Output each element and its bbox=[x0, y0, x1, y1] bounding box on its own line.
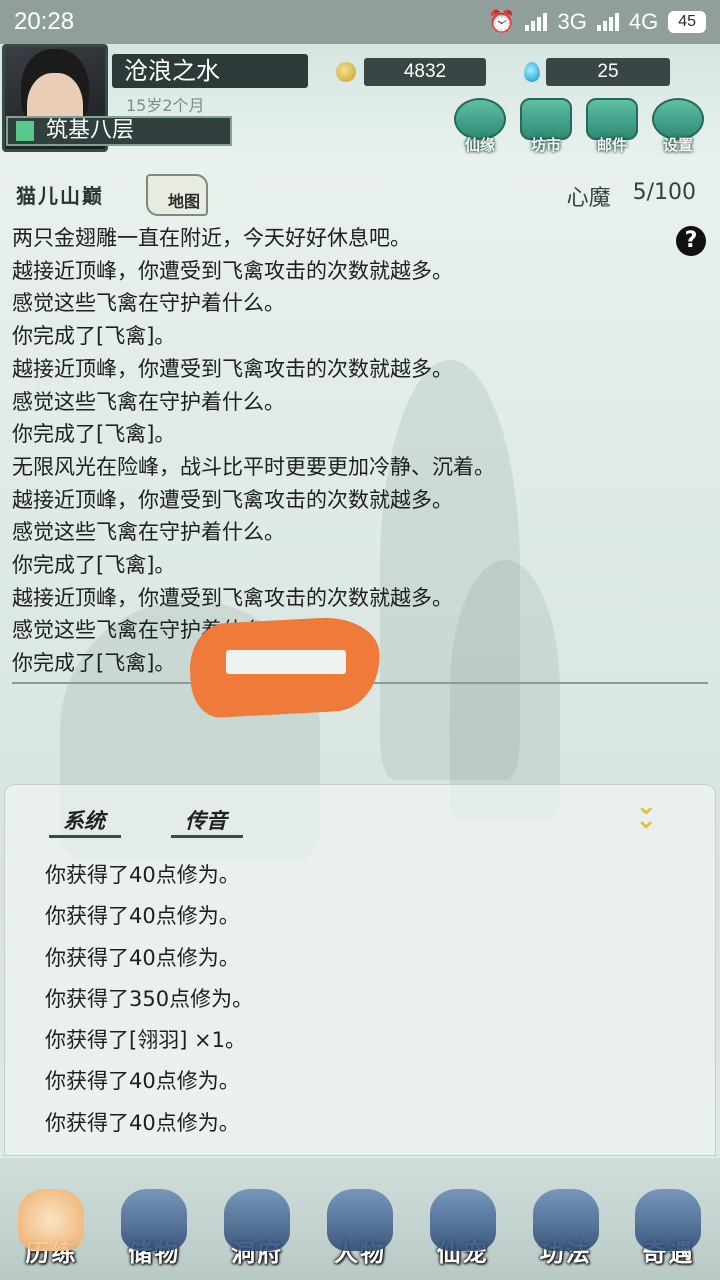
network-type: 4G bbox=[628, 9, 659, 34]
log-line: 感觉这些飞禽在守护着什么。 bbox=[12, 389, 285, 414]
battery-icon: 45 bbox=[668, 11, 706, 33]
nav-storage[interactable]: 储物 bbox=[106, 1168, 202, 1268]
ghost-pet-icon bbox=[429, 1189, 496, 1251]
player-age: 15岁2个月 bbox=[126, 96, 205, 115]
bottom-nav: 历练 储物 洞府 人物 仙宠 功法 奇遇 bbox=[0, 1158, 720, 1280]
location-name: 猫儿山巅 bbox=[16, 184, 104, 208]
bag-icon bbox=[121, 1189, 188, 1251]
nav-lilian[interactable]: 历练 bbox=[3, 1168, 99, 1268]
system-message: 你获得了40点修为。 bbox=[45, 1069, 240, 1094]
chevron-down-icon[interactable]: ⌄ ⌄ bbox=[635, 793, 657, 833]
nav-pet[interactable]: 仙宠 bbox=[415, 1168, 511, 1268]
story-log[interactable]: 两只金翅雕一直在附近，今天好好休息吧。 越接近顶峰，你遭受到飞禽攻击的次数就越多… bbox=[12, 222, 708, 684]
log-line: 越接近顶峰，你遭受到飞禽攻击的次数就越多。 bbox=[12, 356, 453, 381]
coin-icon bbox=[336, 62, 356, 82]
message-panel: 系统 传音 ⌄ ⌄ 你获得了40点修为。 你获得了40点修为。 你获得了40点修为… bbox=[4, 784, 716, 1156]
settings-button[interactable]: 设置 bbox=[650, 98, 706, 155]
nav-cave[interactable]: 洞府 bbox=[209, 1168, 305, 1268]
person-icon bbox=[326, 1189, 393, 1251]
coin-count: 4832 bbox=[364, 58, 486, 86]
tab-system[interactable]: 系统 bbox=[49, 805, 121, 838]
pagoda-icon bbox=[224, 1189, 291, 1251]
log-line: 越接近顶峰，你遭受到飞禽攻击的次数就越多。 bbox=[12, 258, 453, 283]
network-type: 3G bbox=[557, 9, 587, 34]
market-button[interactable]: 坊市 bbox=[518, 98, 574, 155]
realm-progress-icon bbox=[16, 121, 34, 141]
location-row: 猫儿山巅 地图 心魔 5/100 bbox=[0, 170, 720, 220]
redaction-mark-inner bbox=[226, 650, 346, 674]
xinmo-label: 心魔 bbox=[566, 186, 611, 211]
hands-icon bbox=[18, 1189, 85, 1251]
realm-label: 筑基八层 bbox=[46, 118, 135, 143]
system-message: 你获得了40点修为。 bbox=[45, 1110, 240, 1135]
top-menu: 仙缘 坊市 邮件 设置 bbox=[452, 98, 706, 155]
system-message: 你获得了[翎羽] ×1。 bbox=[45, 1028, 247, 1053]
gem-count: 25 bbox=[546, 58, 670, 86]
system-message: 你获得了40点修为。 bbox=[45, 863, 240, 887]
clock: 20:28 bbox=[14, 8, 75, 35]
log-line: 你完成了[飞禽]。 bbox=[12, 422, 176, 447]
log-line: 感觉这些飞禽在守护着什么。 bbox=[12, 291, 285, 316]
brush-icon bbox=[635, 1189, 702, 1251]
player-name: 沧浪之水 bbox=[112, 54, 308, 88]
log-line: 越接近顶峰，你遭受到飞禽攻击的次数就越多。 bbox=[12, 585, 453, 610]
gem-icon bbox=[524, 62, 540, 82]
nav-adventure[interactable]: 奇遇 bbox=[620, 1168, 716, 1268]
log-line: 两只金翅雕一直在附近，今天好好休息吧。 bbox=[12, 226, 411, 250]
alarm-icon: ⏰ bbox=[488, 9, 516, 34]
log-line: 你完成了[飞禽]。 bbox=[12, 324, 176, 349]
log-line: 无限风光在险峰，战斗比平时更要更加冷静、沉着。 bbox=[12, 454, 495, 479]
signal-icon bbox=[525, 13, 548, 31]
signal-icon bbox=[596, 13, 619, 31]
tab-chuanyin[interactable]: 传音 bbox=[171, 805, 243, 838]
system-message: 你获得了350点修为。 bbox=[45, 986, 254, 1011]
log-line: 你完成了[飞禽]。 bbox=[12, 553, 176, 578]
scroll-book-icon bbox=[532, 1189, 599, 1251]
system-messages: 你获得了40点修为。 你获得了40点修为。 你获得了40点修为。 你获得了350… bbox=[45, 855, 253, 1144]
system-message: 你获得了40点修为。 bbox=[45, 945, 240, 970]
system-message: 你获得了40点修为。 bbox=[45, 904, 240, 929]
mail-button[interactable]: 邮件 bbox=[584, 98, 640, 155]
panel-tabs: 系统 传音 bbox=[49, 805, 243, 838]
log-line: 越接近顶峰，你遭受到飞禽攻击的次数就越多。 bbox=[12, 487, 453, 512]
status-bar: 20:28 ⏰ 3G 4G 45 bbox=[0, 0, 720, 44]
realm-badge: 筑基八层 bbox=[6, 116, 232, 146]
nav-skills[interactable]: 功法 bbox=[518, 1168, 614, 1268]
help-icon[interactable]: ? bbox=[676, 226, 706, 256]
xinmo-value: 5/100 bbox=[632, 180, 696, 205]
map-button[interactable]: 地图 bbox=[146, 174, 208, 216]
map-label: 地图 bbox=[167, 192, 200, 211]
player-header: 沧浪之水 15岁2个月 4832 25 筑基八层 仙缘 坊市 邮件 设置 bbox=[0, 44, 720, 156]
nav-character[interactable]: 人物 bbox=[312, 1168, 408, 1268]
xianyuan-button[interactable]: 仙缘 bbox=[452, 98, 508, 155]
log-line: 感觉这些飞禽在守护着什么。 bbox=[12, 520, 285, 545]
xinmo-meter: 心魔 5/100 bbox=[567, 180, 696, 212]
